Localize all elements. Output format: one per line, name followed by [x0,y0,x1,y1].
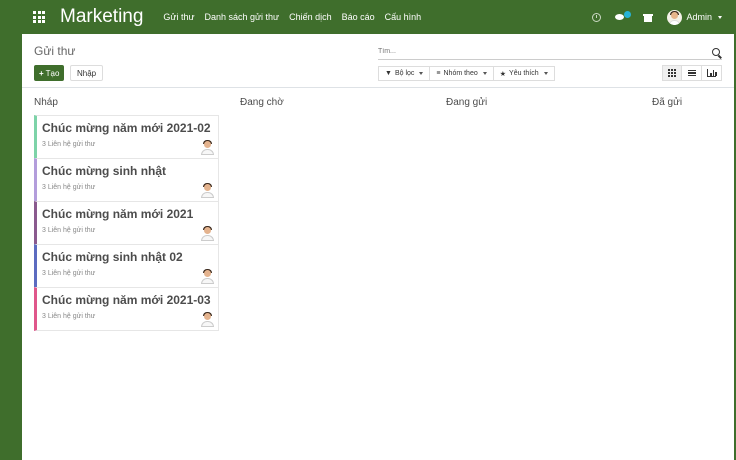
column-title[interactable]: Nháp [34,88,216,116]
group-by-icon: ≡ [436,70,441,77]
user-avatar-icon [201,140,214,155]
user-avatar-icon [201,183,214,198]
chevron-down-icon [419,72,424,75]
card-title: Chúc mừng năm mới 2021-03 [42,293,211,307]
filter-icon: ▼ [385,70,392,77]
create-label: Tạo [45,68,60,78]
chevron-down-icon [482,72,487,75]
import-button[interactable]: Nhập [70,65,104,81]
card-subtitle: 3 Liên hệ gửi thư [42,313,96,320]
search-bar [378,44,722,60]
kanban-card[interactable]: Chúc mừng năm mới 2021 3 Liên hệ gửi thư [34,201,219,245]
star-icon: ★ [499,70,507,78]
user-avatar-icon [201,226,214,241]
card-title: Chúc mừng năm mới 2021 [42,207,194,221]
search-options: ▼ Bộ lọc ≡ Nhóm theo ★ Yêu thích [378,66,555,81]
menu-item-mailing-lists[interactable]: Danh sách gửi thư [204,12,279,22]
filters-dropdown[interactable]: ▼ Bộ lọc [378,66,431,81]
card-subtitle: 3 Liên hệ gửi thư [42,270,96,277]
chevron-down-icon [718,15,722,19]
graph-view-button[interactable] [702,65,722,81]
kanban-board: Nháp Chúc mừng năm mới 2021-02 3 Liên hệ… [22,88,734,460]
menu-item-mailings[interactable]: Gửi thư [163,12,194,22]
menu-item-campaigns[interactable]: Chiến dịch [289,12,332,22]
card-subtitle: 3 Liên hệ gửi thư [42,184,96,191]
kanban-column-in-queue: Đang chờ [228,88,434,460]
favorites-label: Yêu thích [509,70,539,77]
user-avatar-icon [201,269,214,284]
column-title[interactable]: Đang gửi [446,88,628,116]
search-input[interactable] [378,48,712,55]
user-avatar [667,9,683,25]
app-window: Marketing Gửi thư Danh sách gửi thư Chiế… [22,0,734,460]
menu-item-reports[interactable]: Báo cáo [342,12,375,22]
kanban-column-sending: Đang gửi [434,88,640,460]
view-switcher [662,65,722,81]
filters-label: Bộ lọc [394,70,415,77]
kanban-view-button[interactable] [662,65,682,81]
kanban-column-draft: Nháp Chúc mừng năm mới 2021-02 3 Liên hệ… [22,88,228,460]
activity-clock-icon[interactable] [592,12,602,22]
plus-icon: + [39,68,44,78]
kanban-icon [668,69,676,77]
messages-icon[interactable] [615,11,632,22]
group-by-dropdown[interactable]: ≡ Nhóm theo [430,66,494,81]
create-button[interactable]: + Tạo [34,65,65,81]
card-title: Chúc mừng sinh nhật 02 [42,250,183,264]
list-icon [687,69,696,77]
menu-item-configuration[interactable]: Cấu hình [385,12,422,22]
kanban-column-sent: Đã gửi [640,88,734,460]
column-title[interactable]: Đã gửi [652,88,722,116]
apps-grid-icon [33,11,45,23]
user-name: Admin [686,12,712,22]
control-panel: Gửi thư + Tạo Nhập ▼ Bộ lọc ≡ Nhóm theo [22,34,734,88]
user-menu[interactable]: Admin [667,9,722,25]
column-title[interactable]: Đang chờ [240,88,422,116]
breadcrumb: Gửi thư [34,44,76,58]
group-by-label: Nhóm theo [443,70,478,77]
import-label: Nhập [77,68,97,78]
app-brand[interactable]: Marketing [60,6,143,28]
chevron-down-icon [543,72,548,75]
list-view-button[interactable] [682,65,702,81]
card-title: Chúc mừng sinh nhật [42,164,167,178]
card-subtitle: 3 Liên hệ gửi thư [42,227,96,234]
apps-menu-button[interactable] [22,0,56,34]
card-title: Chúc mừng năm mới 2021-02 [42,121,211,135]
gift-icon[interactable] [643,12,654,22]
kanban-card[interactable]: Chúc mừng năm mới 2021-03 3 Liên hệ gửi … [34,287,219,331]
search-icon[interactable] [712,47,720,56]
card-subtitle: 3 Liên hệ gửi thư [42,141,96,148]
favorites-dropdown[interactable]: ★ Yêu thích [493,66,555,81]
main-menu: Gửi thư Danh sách gửi thư Chiến dịch Báo… [163,12,421,22]
user-avatar-icon [201,312,214,327]
graph-icon [707,69,717,77]
kanban-card[interactable]: Chúc mừng sinh nhật 3 Liên hệ gửi thư [34,158,219,202]
navbar-systray: Admin [592,9,722,25]
top-navbar: Marketing Gửi thư Danh sách gửi thư Chiế… [22,0,734,34]
kanban-card[interactable]: Chúc mừng năm mới 2021-02 3 Liên hệ gửi … [34,115,219,159]
kanban-card[interactable]: Chúc mừng sinh nhật 02 3 Liên hệ gửi thư [34,244,219,288]
